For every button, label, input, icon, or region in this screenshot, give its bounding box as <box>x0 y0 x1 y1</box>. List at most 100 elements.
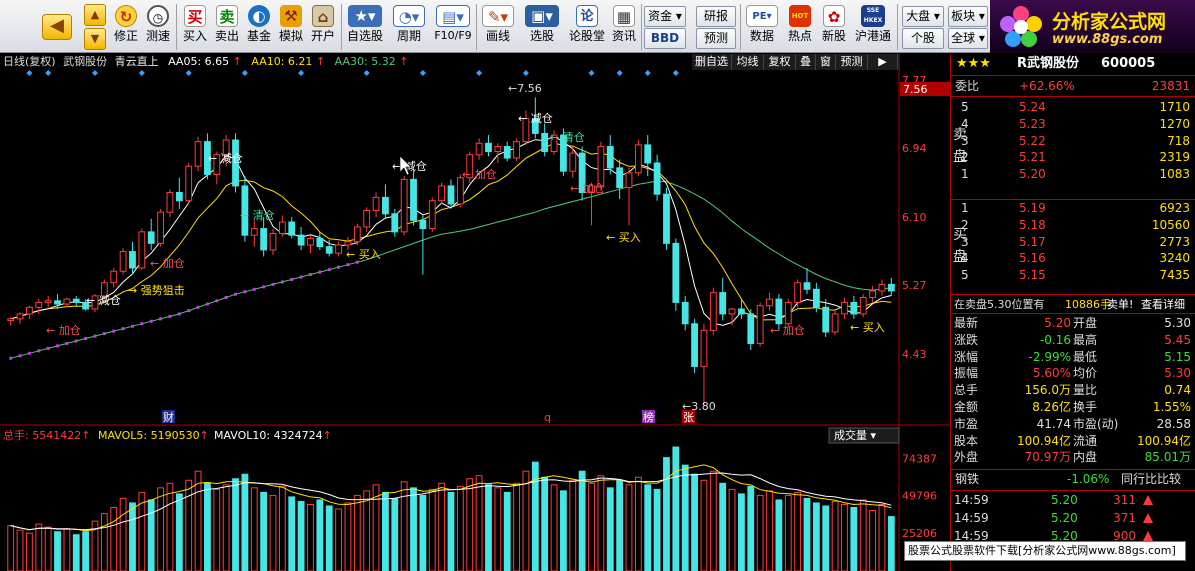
volume-bar[interactable] <box>822 505 830 571</box>
candle-down[interactable] <box>738 308 745 315</box>
candle-up[interactable] <box>428 200 436 230</box>
volume-bar[interactable] <box>597 475 605 571</box>
candle-down[interactable] <box>672 242 680 303</box>
volume-bar[interactable] <box>634 476 642 571</box>
volume-bar[interactable] <box>419 494 427 571</box>
volume-bar[interactable] <box>54 531 61 571</box>
volume-bar[interactable] <box>204 482 211 571</box>
volume-bar[interactable] <box>513 482 520 571</box>
volume-bar[interactable] <box>335 508 342 571</box>
volume-bar[interactable] <box>456 485 464 571</box>
volume-bar[interactable] <box>26 532 33 571</box>
capital-button[interactable]: 资金 ▾ <box>644 6 686 27</box>
volume-bar[interactable] <box>869 510 876 571</box>
sell-row[interactable]: 3 5.22 718 <box>951 133 1195 150</box>
candle-down[interactable] <box>691 323 698 367</box>
candle-down[interactable] <box>410 178 417 221</box>
volume-bar[interactable] <box>7 525 15 571</box>
volume-bar[interactable] <box>466 478 474 571</box>
volume-bar[interactable] <box>447 491 455 571</box>
volume-bar[interactable] <box>82 531 90 571</box>
volume-bar[interactable] <box>681 464 689 571</box>
sell-row[interactable]: 5 5.24 1710 <box>951 99 1195 116</box>
volume-bar[interactable] <box>663 457 670 571</box>
candle-up[interactable] <box>475 142 483 156</box>
candle-up[interactable] <box>194 141 202 167</box>
volume-bar[interactable] <box>541 476 549 571</box>
volume-bar[interactable] <box>522 470 530 571</box>
new-stock-button[interactable]: ✿ 新股 <box>818 2 850 52</box>
candle-up[interactable] <box>456 177 464 205</box>
candle-up[interactable] <box>353 226 361 243</box>
sell-row[interactable]: 1 5.20 1083 <box>951 166 1195 183</box>
period-button[interactable]: ◔▾ 周期 <box>390 2 428 52</box>
candle-down[interactable] <box>503 146 511 159</box>
scroll-up-button[interactable]: ▲ <box>84 4 106 26</box>
candle-down[interactable] <box>822 306 830 333</box>
buy-row[interactable]: 5 5.15 7435 <box>951 267 1195 284</box>
volume-bar[interactable] <box>672 446 680 571</box>
volume-bar[interactable] <box>794 491 802 571</box>
buy-row[interactable]: 1 5.19 6923 <box>951 200 1195 217</box>
volume-bar[interactable] <box>859 499 867 571</box>
volume-bar[interactable] <box>16 529 24 571</box>
volume-bar[interactable] <box>119 497 127 571</box>
candle-up[interactable] <box>756 305 764 344</box>
volume-bar[interactable] <box>278 485 286 571</box>
volume-bar[interactable] <box>691 473 698 571</box>
candle-down[interactable] <box>775 298 783 325</box>
stock-screener-button[interactable]: ▣▾ 选股 <box>521 2 563 52</box>
candle-up[interactable] <box>869 290 876 299</box>
sell-button[interactable]: 卖 卖出 <box>212 2 242 52</box>
candle-down[interactable] <box>54 300 61 305</box>
candle-down[interactable] <box>812 288 820 308</box>
volume-bar[interactable] <box>616 479 624 571</box>
volume-bar[interactable] <box>213 488 221 571</box>
volume-bar[interactable] <box>269 494 277 571</box>
candle-up[interactable] <box>494 146 502 152</box>
fix-button[interactable]: ↻ 修正 <box>111 2 141 52</box>
volume-bar[interactable] <box>606 487 614 571</box>
brand-banner[interactable]: 分析家公式网 www.88gs.com <box>990 0 1195 53</box>
candle-up[interactable] <box>35 301 43 308</box>
volume-bar[interactable] <box>297 500 305 571</box>
volume-bar[interactable] <box>560 490 567 571</box>
candle-down[interactable] <box>325 246 333 254</box>
buy-row[interactable]: 3 5.17 2773 <box>951 234 1195 251</box>
volume-bar[interactable] <box>185 479 193 571</box>
volume-bar[interactable] <box>241 473 249 571</box>
candle-up[interactable] <box>307 237 314 246</box>
candle-up[interactable] <box>859 297 867 315</box>
candle-down[interactable] <box>419 219 427 230</box>
candle-down[interactable] <box>616 167 624 189</box>
candle-up[interactable] <box>110 270 118 284</box>
volume-bar[interactable] <box>588 482 595 571</box>
candle-up[interactable] <box>438 185 446 202</box>
forecast-button[interactable]: 预测 <box>696 28 736 49</box>
candle-down[interactable] <box>447 185 455 205</box>
volume-bar[interactable] <box>344 502 352 571</box>
volume-bar[interactable] <box>194 470 202 571</box>
hk-connect-button[interactable]: SSE HKEX 沪港通 <box>853 2 893 52</box>
individual-button[interactable]: 个股 <box>902 28 944 49</box>
buy-button[interactable]: 买 买入 <box>180 2 210 52</box>
volume-bar[interactable] <box>222 484 230 571</box>
candle-down[interactable] <box>485 142 492 152</box>
candle-up[interactable] <box>16 313 24 320</box>
candle-up[interactable] <box>372 196 380 212</box>
candle-up[interactable] <box>26 306 33 315</box>
volume-chart[interactable]: 74387 49796 25206 总手: 5541422↑ MAVOL5: 519… <box>0 426 950 571</box>
volume-bar[interactable] <box>653 488 661 571</box>
candle-up[interactable] <box>625 172 633 189</box>
volume-bar[interactable] <box>129 502 136 571</box>
candle-up[interactable] <box>269 233 277 251</box>
market-button[interactable]: 大盘 ▾ <box>902 6 944 27</box>
volume-bar[interactable] <box>709 470 717 571</box>
speed-test-button[interactable]: ◷ 测速 <box>143 2 173 52</box>
candle-up[interactable] <box>119 251 127 272</box>
volume-bar[interactable] <box>382 491 389 571</box>
candle-up[interactable] <box>278 221 286 235</box>
candle-down[interactable] <box>382 196 389 215</box>
volume-bar[interactable] <box>841 503 848 571</box>
candle-down[interactable] <box>297 234 305 246</box>
